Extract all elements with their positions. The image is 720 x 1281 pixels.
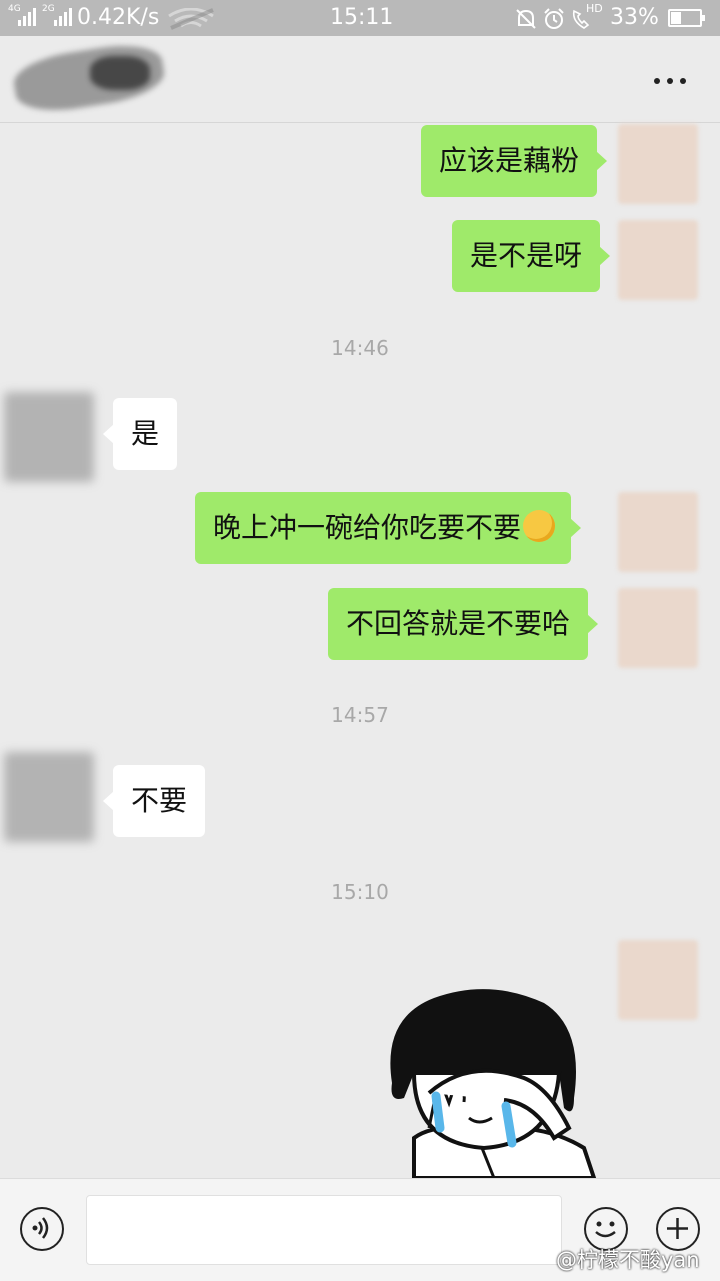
- timestamp: 14:46: [331, 336, 389, 360]
- network-speed: 0.42K/s: [77, 5, 160, 30]
- blush-emoji-icon: [523, 510, 556, 542]
- self-avatar[interactable]: [618, 492, 698, 572]
- contact-avatar[interactable]: [4, 752, 94, 842]
- message-input[interactable]: [86, 1195, 562, 1265]
- message-bubble-out[interactable]: 是不是呀: [452, 220, 611, 292]
- message-bubble-in[interactable]: 是: [102, 398, 178, 470]
- self-avatar[interactable]: [618, 588, 698, 668]
- message-text: 晚上冲一碗给你吃要不要: [213, 511, 522, 544]
- message-bubble-in[interactable]: 不要: [102, 765, 206, 837]
- message-text: 是: [131, 417, 160, 450]
- message-text: 应该是藕粉: [439, 144, 580, 177]
- self-avatar[interactable]: [618, 124, 698, 204]
- chat-header: [0, 36, 720, 123]
- timestamp: 14:57: [331, 703, 389, 727]
- message-bubble-out[interactable]: 应该是藕粉: [421, 125, 608, 197]
- signal-2g-icon: 2G: [42, 4, 72, 26]
- battery-percent: 33%: [610, 5, 659, 30]
- contact-avatar[interactable]: [4, 392, 94, 482]
- signal-4g-icon: 4G: [8, 4, 36, 26]
- volte-hd: HD: [586, 2, 603, 15]
- self-avatar[interactable]: [618, 220, 698, 300]
- message-text: 是不是呀: [470, 239, 583, 272]
- bell-muted-icon: [516, 9, 536, 29]
- status-bar: 4G 2G 0.42K/s 15:11 HD 33%: [0, 0, 720, 36]
- more-horizontal-icon[interactable]: [648, 74, 692, 88]
- timestamp: 15:10: [331, 880, 389, 904]
- alarm-icon: [544, 8, 564, 29]
- clock: 15:11: [330, 5, 394, 30]
- message-bubble-out[interactable]: 晚上冲一碗给你吃要不要: [195, 492, 582, 564]
- message-bubble-out[interactable]: 不回答就是不要哈: [328, 588, 599, 660]
- message-text: 不要: [131, 784, 188, 817]
- weibo-watermark: @柠檬不酸yan: [556, 1248, 700, 1272]
- message-text: 不回答就是不要哈: [346, 607, 571, 640]
- crying-girl-sticker[interactable]: [374, 978, 600, 1178]
- battery-icon: [668, 9, 705, 27]
- wifi-icon: [168, 8, 214, 30]
- voice-icon[interactable]: [20, 1207, 64, 1251]
- self-avatar[interactable]: [618, 940, 698, 1020]
